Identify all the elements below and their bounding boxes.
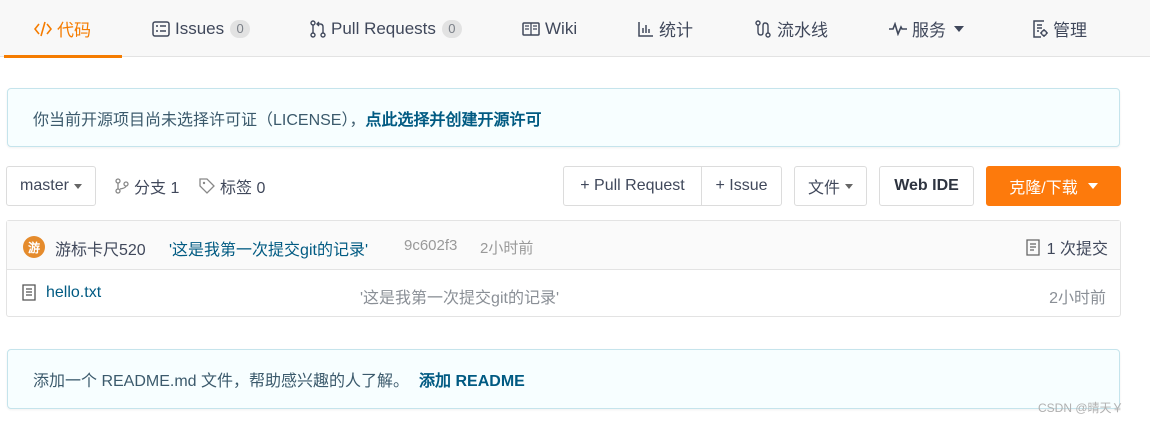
license-banner-text: 你当前开源项目尚未选择许可证（LICENSE）， — [33, 111, 366, 129]
chart-icon — [638, 21, 654, 37]
new-pull-request-button[interactable]: + Pull Request — [563, 166, 702, 206]
code-icon — [34, 21, 52, 37]
issues-count-badge: 0 — [230, 19, 251, 38]
file-icon — [22, 284, 36, 301]
clone-download-button[interactable]: 克隆/下载 — [986, 166, 1121, 206]
file-name-link[interactable]: hello.txt — [46, 284, 101, 302]
table-row[interactable]: hello.txt '这是我第一次提交git的记录' 2小时前 — [7, 270, 1120, 317]
commit-count: 1 次提交 — [1046, 241, 1108, 258]
commit-hash[interactable]: 9c602f3 — [404, 237, 457, 254]
tab-services[interactable]: 服务 — [889, 0, 964, 57]
branches-count: 分支 1 — [134, 180, 180, 197]
tab-wiki-label: Wiki — [545, 18, 578, 38]
tab-code[interactable]: 代码 — [4, 0, 122, 58]
web-ide-button[interactable]: Web IDE — [879, 166, 974, 206]
branch-selector-label: master — [20, 177, 69, 194]
latest-commit-row: 游 游标卡尺520 '这是我第一次提交git的记录' 9c602f3 2小时前 … — [7, 221, 1120, 270]
manage-icon — [1032, 19, 1048, 38]
tab-wiki[interactable]: Wiki — [522, 0, 577, 57]
license-banner: 你当前开源项目尚未选择许可证（LICENSE）， 点此选择并创建开源许可 — [7, 88, 1120, 147]
tab-manage-label: 管理 — [1053, 21, 1087, 40]
commit-author[interactable]: 游标卡尺520 — [55, 236, 146, 260]
tab-manage[interactable]: 管理 — [1032, 0, 1087, 57]
branches-link[interactable]: 分支 1 — [115, 166, 179, 206]
commit-count-link[interactable]: 1 次提交 — [1025, 235, 1108, 259]
branch-icon — [115, 178, 129, 194]
tab-issues[interactable]: Issues 0 — [152, 0, 251, 57]
tab-stats-label: 统计 — [659, 21, 693, 40]
tags-count: 标签 0 — [220, 180, 266, 197]
avatar[interactable]: 游 — [23, 236, 45, 258]
add-readme-link[interactable]: 添加 README — [419, 367, 525, 391]
choose-license-link[interactable]: 点此选择并创建开源许可 — [365, 106, 541, 130]
file-list: 游 游标卡尺520 '这是我第一次提交git的记录' 9c602f3 2小时前 … — [6, 220, 1121, 317]
readme-banner-text: 添加一个 README.md 文件，帮助感兴趣的人了解。 — [33, 373, 410, 390]
commit-time: 2小时前 — [480, 240, 534, 257]
chevron-down-icon — [845, 183, 853, 189]
file-commit-time: 2小时前 — [1049, 290, 1106, 307]
chevron-down-icon — [73, 183, 82, 189]
tab-code-label: 代码 — [57, 21, 91, 40]
pipeline-icon — [754, 19, 772, 38]
tab-pull-requests[interactable]: Pull Requests 0 — [310, 0, 462, 57]
pull-request-icon — [310, 19, 326, 38]
file-menu-label: 文件 — [807, 180, 840, 197]
commit-message[interactable]: '这是我第一次提交git的记录' — [169, 236, 368, 260]
chevron-down-icon — [954, 25, 964, 32]
file-menu-button[interactable]: 文件 — [794, 166, 867, 206]
pull-requests-count-badge: 0 — [441, 19, 462, 38]
tags-link[interactable]: 标签 0 — [199, 166, 265, 206]
tab-stats[interactable]: 统计 — [638, 0, 693, 57]
tab-issues-label: Issues — [175, 18, 225, 38]
tab-pull-requests-label: Pull Requests — [331, 18, 436, 38]
issues-icon — [152, 20, 170, 37]
repo-nav: 代码 Issues 0 Pull Requests 0 Wiki 统计 流水线 — [0, 0, 1150, 58]
wiki-icon — [522, 21, 540, 36]
clone-download-label: 克隆/下载 — [1009, 180, 1078, 197]
pulse-icon — [889, 21, 907, 36]
chevron-down-icon — [1087, 183, 1098, 189]
branch-selector[interactable]: master — [6, 166, 96, 206]
watermark: CSDN @晴天￥ — [1038, 401, 1124, 415]
tab-pipeline[interactable]: 流水线 — [754, 0, 828, 57]
tag-icon — [199, 178, 215, 194]
commits-icon — [1025, 238, 1040, 256]
tab-pipeline-label: 流水线 — [777, 21, 828, 40]
new-issue-button[interactable]: + Issue — [701, 166, 782, 206]
tab-services-label: 服务 — [912, 21, 946, 40]
file-commit-message[interactable]: '这是我第一次提交git的记录' — [360, 284, 559, 308]
readme-banner: 添加一个 README.md 文件，帮助感兴趣的人了解。 添加 README — [7, 349, 1120, 409]
